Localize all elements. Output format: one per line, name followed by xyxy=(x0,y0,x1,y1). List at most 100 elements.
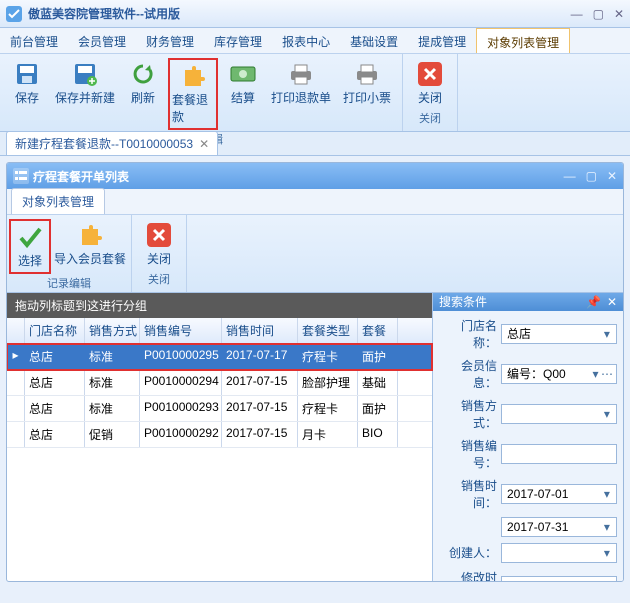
inner-title: 疗程套餐开单列表 xyxy=(33,168,564,185)
save-new-button[interactable]: 保存并新建 xyxy=(52,58,118,130)
app-logo-icon xyxy=(6,6,22,22)
save-new-icon xyxy=(72,61,98,87)
window-close-button[interactable]: ✕ xyxy=(614,7,624,21)
dropdown-icon[interactable]: ▾ xyxy=(601,520,613,534)
inner-tabbar: 对象列表管理 xyxy=(7,189,623,215)
refresh-label: 刷新 xyxy=(131,89,155,106)
mtime-label: 修改时间： xyxy=(439,569,501,581)
import-button[interactable]: 导入会员套餐 xyxy=(51,219,129,274)
inner-close-btn[interactable]: 关闭 xyxy=(134,219,184,270)
col-pkg[interactable]: 套餐 xyxy=(358,318,398,343)
creator-input[interactable]: ▾ xyxy=(501,543,617,563)
table-row[interactable]: 总店标准P00100002942017-07-15脸部护理基础 xyxy=(7,370,432,396)
dropdown-icon[interactable]: ▾ xyxy=(601,579,613,581)
printer-icon xyxy=(288,61,314,87)
window-minimize-button[interactable]: — xyxy=(571,7,583,21)
member-label: 会员信息： xyxy=(439,357,501,391)
col-no[interactable]: 销售编号 xyxy=(140,318,222,343)
menu-finance[interactable]: 财务管理 xyxy=(136,28,204,53)
col-mode[interactable]: 销售方式 xyxy=(85,318,140,343)
print-refund-button[interactable]: 打印退款单 xyxy=(268,58,334,130)
save-label: 保存 xyxy=(15,89,39,106)
close-icon xyxy=(146,222,172,248)
menu-commission[interactable]: 提成管理 xyxy=(408,28,476,53)
inner-ribbon: 选择 导入会员套餐 记录编辑 关闭 关闭 xyxy=(7,215,623,293)
table-row[interactable]: ▸总店标准P00100002952017-07-17疗程卡面护 xyxy=(7,344,432,370)
settle-button[interactable]: 结算 xyxy=(218,58,268,130)
time-label: 销售时间： xyxy=(439,477,501,511)
store-label: 门店名称： xyxy=(439,317,501,351)
search-title: 搜索条件 xyxy=(439,293,586,310)
print-refund-label: 打印退款单 xyxy=(271,89,331,106)
mode-input[interactable]: ▾ xyxy=(501,404,617,424)
printer-icon xyxy=(354,61,380,87)
inner-close-label: 关闭 xyxy=(147,250,171,267)
dropdown-icon[interactable]: ▾ xyxy=(590,367,601,381)
no-input[interactable] xyxy=(501,444,617,464)
creator-label: 创建人： xyxy=(439,544,501,561)
puzzle-icon xyxy=(180,63,206,89)
inner-tab-objectlist[interactable]: 对象列表管理 xyxy=(11,188,105,214)
main-menubar: 前台管理 会员管理 财务管理 库存管理 报表中心 基础设置 提成管理 对象列表管… xyxy=(0,28,630,54)
grid-body: ▸总店标准P00100002952017-07-17疗程卡面护总店标准P0010… xyxy=(7,344,432,448)
save-icon xyxy=(14,61,40,87)
store-input[interactable]: ▾ xyxy=(501,324,617,344)
check-icon xyxy=(17,224,43,250)
print-receipt-button[interactable]: 打印小票 xyxy=(334,58,400,130)
document-tab[interactable]: 新建疗程套餐退款--T0010000053 ✕ xyxy=(6,131,218,155)
inner-maximize-button[interactable]: ▢ xyxy=(586,169,597,183)
menu-reports[interactable]: 报表中心 xyxy=(272,28,340,53)
menu-member[interactable]: 会员管理 xyxy=(68,28,136,53)
refresh-icon xyxy=(130,61,156,87)
tab-close-icon[interactable]: ✕ xyxy=(199,137,209,151)
menu-frontdesk[interactable]: 前台管理 xyxy=(0,28,68,53)
collapse-icon[interactable]: ✕ xyxy=(607,295,617,309)
close-icon xyxy=(417,61,443,87)
close-label: 关闭 xyxy=(418,89,442,106)
pin-icon[interactable]: 📌 xyxy=(586,295,601,309)
main-ribbon: 保存 保存并新建 刷新 套餐退款 结算 打印退款单 xyxy=(0,54,630,132)
menu-objectlist[interactable]: 对象列表管理 xyxy=(476,28,570,53)
inner-minimize-button[interactable]: — xyxy=(564,169,576,183)
refund-label: 套餐退款 xyxy=(172,91,214,125)
time-to-input[interactable]: ▾ xyxy=(501,517,617,537)
col-indicator[interactable] xyxy=(7,318,25,343)
dropdown-icon[interactable]: ▾ xyxy=(601,327,613,341)
select-label: 选择 xyxy=(18,252,42,269)
inner-window: 疗程套餐开单列表 — ▢ ✕ 对象列表管理 选择 导入会员套餐 记录编辑 xyxy=(6,162,624,582)
save-new-label: 保存并新建 xyxy=(55,89,115,106)
table-row[interactable]: 总店促销P00100002922017-07-15月卡BIO xyxy=(7,422,432,448)
table-row[interactable]: 总店标准P00100002932017-07-15疗程卡面护 xyxy=(7,396,432,422)
col-date[interactable]: 销售时间 xyxy=(222,318,298,343)
refund-button[interactable]: 套餐退款 xyxy=(168,58,218,130)
dropdown-icon[interactable]: ▾ xyxy=(601,407,613,421)
dropdown-icon[interactable]: ▾ xyxy=(601,487,613,501)
menu-inventory[interactable]: 库存管理 xyxy=(204,28,272,53)
inner-group-close-label: 关闭 xyxy=(148,270,170,288)
group-panel[interactable]: 拖动列标题到这进行分组 xyxy=(7,293,432,318)
inner-close-button[interactable]: ✕ xyxy=(607,169,617,183)
inner-group-edit-label: 记录编辑 xyxy=(47,274,91,292)
document-tab-label: 新建疗程套餐退款--T0010000053 xyxy=(15,135,193,152)
refresh-button[interactable]: 刷新 xyxy=(118,58,168,130)
mtime-input[interactable]: ▾ xyxy=(501,576,617,581)
select-button[interactable]: 选择 xyxy=(9,219,51,274)
menu-settings[interactable]: 基础设置 xyxy=(340,28,408,53)
window-maximize-button[interactable]: ▢ xyxy=(593,7,604,21)
settle-label: 结算 xyxy=(231,89,255,106)
puzzle-icon xyxy=(77,222,103,248)
mode-label: 销售方式： xyxy=(439,397,501,431)
col-store[interactable]: 门店名称 xyxy=(25,318,85,343)
member-input[interactable]: ▾⋯ xyxy=(501,364,617,384)
time-from-input[interactable]: ▾ xyxy=(501,484,617,504)
dropdown-icon[interactable]: ▾ xyxy=(601,546,613,560)
list-icon xyxy=(13,168,29,184)
lookup-icon[interactable]: ⋯ xyxy=(601,367,613,381)
ribbon-group-close-label: 关闭 xyxy=(419,109,441,127)
import-label: 导入会员套餐 xyxy=(54,250,126,267)
close-button[interactable]: 关闭 xyxy=(405,58,455,109)
save-button[interactable]: 保存 xyxy=(2,58,52,130)
col-ptype[interactable]: 套餐类型 xyxy=(298,318,358,343)
window-titlebar: 傲蓝美容院管理软件--试用版 — ▢ ✕ xyxy=(0,0,630,28)
document-tabbar: 新建疗程套餐退款--T0010000053 ✕ xyxy=(0,132,630,156)
